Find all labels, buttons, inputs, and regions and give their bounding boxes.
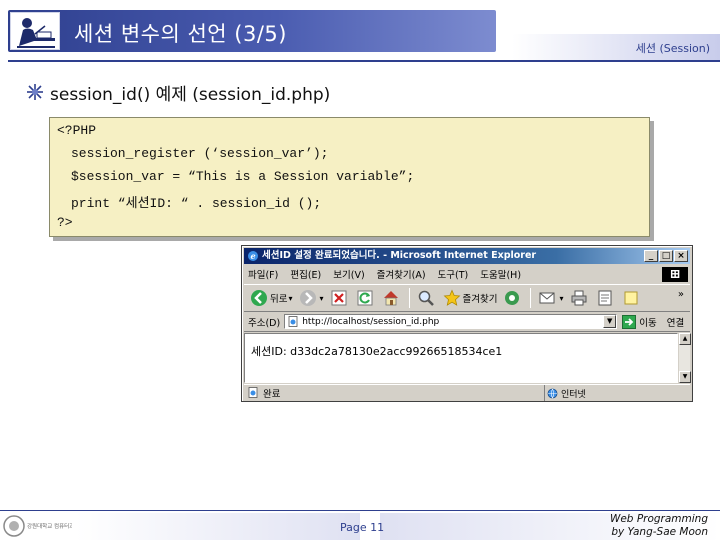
footer-divider bbox=[0, 510, 720, 511]
media-icon bbox=[505, 291, 520, 305]
go-arrow-icon bbox=[622, 314, 637, 329]
address-url: http://localhost/session_id.php bbox=[302, 316, 440, 327]
printer-icon bbox=[571, 290, 586, 306]
edit-button[interactable] bbox=[594, 287, 618, 309]
home-icon bbox=[383, 291, 398, 306]
star-bullet-icon bbox=[27, 84, 43, 100]
stop-button[interactable] bbox=[328, 287, 352, 309]
header-divider bbox=[8, 60, 720, 62]
header-logo bbox=[10, 12, 60, 50]
close-button[interactable]: × bbox=[674, 250, 688, 262]
status-bar: 완료 인터넷 bbox=[244, 384, 690, 401]
toolbar-more-icon[interactable]: » bbox=[678, 289, 684, 300]
window-controls: _ □ × bbox=[644, 250, 688, 262]
star-icon bbox=[443, 289, 460, 306]
section-tag: 세션 (Session) bbox=[635, 42, 710, 55]
course-author: by Yang-Sae Moon bbox=[611, 526, 708, 538]
refresh-icon bbox=[357, 290, 373, 306]
browser-menubar: 파일(F) 편집(E) 보기(V) 즐겨찾기(A) 도구(T) 도움말(H) bbox=[244, 266, 690, 282]
favorites-label: 즐겨찾기 bbox=[462, 294, 498, 305]
mail-button[interactable]: ▾ bbox=[536, 287, 565, 309]
footer-band bbox=[76, 513, 360, 540]
menu-help[interactable]: 도움말(H) bbox=[480, 267, 521, 281]
scroll-up-icon[interactable]: ▲ bbox=[679, 333, 691, 345]
go-label: 이동 bbox=[639, 317, 657, 329]
page-icon bbox=[288, 316, 298, 327]
course-title: Web Programming by Yang-Sae Moon bbox=[610, 513, 708, 539]
person-writing-icon bbox=[17, 18, 55, 48]
code-block: <?PHP session_register (‘session_var’); … bbox=[49, 117, 650, 237]
toolbar-separator bbox=[530, 288, 532, 308]
example-heading: session_id() 예제 (session_id.php) bbox=[26, 81, 331, 105]
links-button[interactable]: 연결 bbox=[667, 315, 684, 329]
code-line: ?> bbox=[57, 215, 73, 230]
messenger-button[interactable] bbox=[620, 287, 644, 309]
address-input[interactable]: http://localhost/session_id.php ▼ bbox=[284, 314, 618, 329]
browser-toolbar: 뒤로 ▾ ▾ 즐겨찾기 ▾ » bbox=[244, 284, 690, 312]
status-text: 완료 bbox=[263, 388, 281, 400]
ie-icon: e bbox=[248, 251, 258, 261]
home-button[interactable] bbox=[380, 287, 404, 309]
code-line: session_register (‘session_var’); bbox=[71, 146, 329, 161]
browser-titlebar: e 세션ID 설정 완료되었습니다. - Microsoft Internet … bbox=[244, 248, 690, 264]
code-line: $session_var = “This is a Session variab… bbox=[71, 169, 415, 184]
chevron-down-icon[interactable]: ▾ bbox=[288, 294, 292, 303]
session-id-output: 세션ID: d33dc2a78130e2acc99266518534ce1 bbox=[251, 345, 503, 358]
page-content: 세션ID: d33dc2a78130e2acc99266518534ce1 bbox=[244, 333, 678, 383]
svg-text:e: e bbox=[250, 251, 255, 261]
page-done-icon bbox=[248, 387, 258, 398]
code-line: <?PHP bbox=[57, 123, 97, 138]
print-button[interactable] bbox=[568, 287, 592, 309]
globe-icon bbox=[547, 388, 558, 399]
university-logo: 강원대학교 컴퓨터과학과 bbox=[3, 515, 72, 537]
address-bar: 주소(D) http://localhost/session_id.php ▼ … bbox=[244, 312, 690, 332]
chevron-down-icon[interactable]: ▾ bbox=[320, 294, 324, 303]
mail-icon bbox=[539, 292, 555, 304]
windows-logo-icon: ⊞ bbox=[662, 267, 688, 282]
back-label: 뒤로 bbox=[270, 294, 288, 305]
zone-text: 인터넷 bbox=[561, 389, 586, 400]
search-icon bbox=[418, 290, 434, 306]
favorites-button[interactable]: 즐겨찾기 bbox=[441, 287, 500, 309]
chevron-down-icon[interactable]: ▾ bbox=[559, 294, 563, 303]
course-line: Web Programming bbox=[609, 513, 708, 525]
code-line: print “세션ID: “ . session_id (); bbox=[71, 196, 322, 211]
page-number: Page 11 bbox=[340, 521, 385, 534]
media-button[interactable] bbox=[501, 287, 525, 309]
back-button[interactable]: 뒤로 ▾ bbox=[248, 287, 295, 309]
document-icon bbox=[598, 290, 611, 306]
chevron-down-icon[interactable]: ▼ bbox=[603, 315, 617, 328]
browser-title: 세션ID 설정 완료되었습니다. - Microsoft Internet Ex… bbox=[262, 250, 537, 261]
vertical-scrollbar[interactable]: ▲ ▼ bbox=[678, 333, 691, 383]
menu-file[interactable]: 파일(F) bbox=[248, 267, 278, 281]
minimize-button[interactable]: _ bbox=[644, 250, 658, 262]
go-button[interactable]: 이동 bbox=[622, 314, 657, 329]
menu-view[interactable]: 보기(V) bbox=[333, 267, 364, 281]
menu-edit[interactable]: 편집(E) bbox=[290, 267, 321, 281]
refresh-button[interactable] bbox=[354, 287, 378, 309]
back-arrow-icon bbox=[251, 290, 267, 306]
forward-button[interactable]: ▾ bbox=[297, 287, 326, 309]
menu-favorites[interactable]: 즐겨찾기(A) bbox=[377, 267, 426, 281]
note-icon bbox=[624, 291, 637, 305]
maximize-button[interactable]: □ bbox=[659, 250, 673, 262]
search-button[interactable] bbox=[415, 287, 439, 309]
browser-window: e 세션ID 설정 완료되었습니다. - Microsoft Internet … bbox=[241, 245, 693, 402]
security-zone: 인터넷 bbox=[544, 385, 586, 401]
menu-tools[interactable]: 도구(T) bbox=[438, 267, 469, 281]
logo-text: 강원대학교 컴퓨터과학과 bbox=[27, 522, 72, 530]
stop-icon bbox=[331, 290, 347, 306]
address-label: 주소(D) bbox=[248, 317, 281, 329]
scroll-down-icon[interactable]: ▼ bbox=[679, 371, 691, 383]
toolbar-separator bbox=[408, 288, 410, 308]
heading-text: session_id() 예제 (session_id.php) bbox=[50, 84, 331, 105]
page-title: 세션 변수의 선언 (3/5) bbox=[74, 22, 287, 46]
forward-arrow-icon bbox=[299, 290, 316, 306]
